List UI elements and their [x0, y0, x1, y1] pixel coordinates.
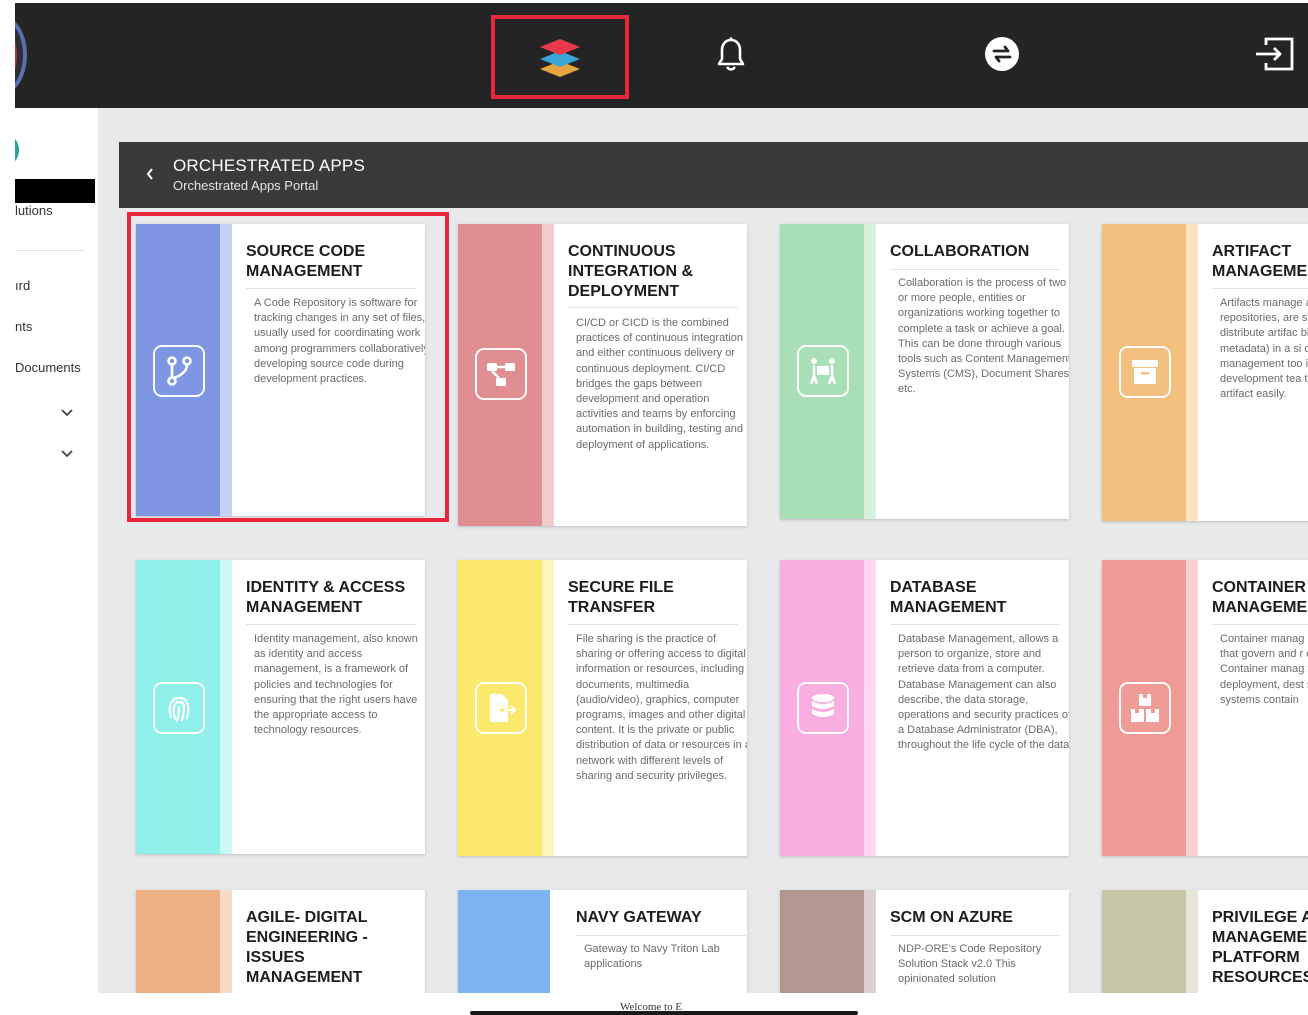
card-strip: [780, 890, 864, 993]
card-divider: [246, 624, 416, 625]
card-description: Collaboration is the process of two or m…: [898, 277, 1069, 396]
content-header: ORCHESTRATED APPS Orchestrated Apps Port…: [119, 142, 1308, 208]
card-title: ARTIFACT MANAGEME: [1212, 243, 1308, 280]
card-strip-accent: [864, 560, 876, 856]
card-title: CONTAINER MANAGEME: [1212, 579, 1308, 616]
card-description: CI/CD or CICD is the combined practices …: [576, 317, 743, 451]
card-strip: [458, 890, 550, 993]
home-indicator: [470, 1011, 858, 1015]
logout-icon[interactable]: [1252, 34, 1296, 74]
boxes-icon: [1119, 682, 1171, 734]
card-title: SCM ON AZURE: [890, 909, 1013, 926]
top-navbar: [15, 3, 1308, 108]
app-card-ci-cd[interactable]: CONTINUOUS INTEGRATION & DEPLOYMENT CI/C…: [458, 224, 747, 526]
app-card-privilege-access[interactable]: PRIVILEGE A MANAGEME PLATFORM RESOURCES: [1102, 890, 1308, 993]
card-strip: [1102, 890, 1186, 993]
fingerprint-icon: [153, 682, 205, 734]
card-description: Gateway to Navy Triton Lab applications: [584, 943, 720, 971]
app-card-database-management[interactable]: DATABASE MANAGEMENT Database Management,…: [780, 560, 1069, 856]
page: lutions ırd nts Documents ORCHESTRATED A…: [15, 3, 1308, 993]
app-card-identity-access[interactable]: IDENTITY & ACCESS MANAGEMENT Identity ma…: [136, 560, 425, 854]
sidebar-item-documents[interactable]: Documents: [15, 360, 81, 375]
sidebar: lutions ırd nts Documents: [15, 108, 98, 993]
card-title: NAVY GATEWAY: [576, 909, 702, 926]
card-title: COLLABORATION: [890, 243, 1030, 260]
bell-icon[interactable]: [712, 31, 750, 79]
card-divider: [1212, 624, 1308, 625]
avatar[interactable]: [15, 135, 19, 165]
app-card-secure-file-transfer[interactable]: SECURE FILE TRANSFER File sharing is the…: [458, 560, 747, 856]
card-description: File sharing is the practice of sharing …: [576, 633, 747, 782]
card-strip-accent: [1186, 224, 1198, 521]
card-divider: [576, 935, 746, 936]
card-strip-accent: [220, 560, 232, 854]
card-divider: [1212, 288, 1308, 289]
archive-icon: [1119, 346, 1171, 398]
back-chevron-icon[interactable]: [145, 167, 155, 181]
card-divider: [890, 624, 1060, 625]
redacted-name: [15, 179, 95, 203]
pipeline-icon: [475, 348, 527, 400]
app-card-artifact-management[interactable]: ARTIFACT MANAGEME Artifacts manage also …: [1102, 224, 1308, 521]
app-card-scm-on-azure[interactable]: SCM ON AZURE NDP-ORE's Code Repository S…: [780, 890, 1069, 993]
chevron-down-icon[interactable]: [61, 404, 73, 417]
card-description: NDP-ORE's Code Repository Solution Stack…: [898, 943, 1042, 986]
card-divider: [890, 935, 1060, 936]
card-title: DATABASE MANAGEMENT: [890, 579, 1007, 616]
app-card-container-management[interactable]: CONTAINER MANAGEME Container manag refer…: [1102, 560, 1308, 856]
switch-arrows-icon[interactable]: [982, 34, 1022, 74]
card-strip-accent: [864, 890, 876, 993]
card-title: IDENTITY & ACCESS MANAGEMENT: [246, 579, 406, 616]
apps-stack-icon[interactable]: [491, 15, 629, 99]
card-description: Database Management, allows a person to …: [898, 633, 1069, 752]
card-title: SECURE FILE TRANSFER: [568, 579, 674, 616]
card-strip-accent: [1186, 560, 1198, 856]
page-subtitle: Orchestrated Apps Portal: [173, 178, 319, 193]
app-card-navy-gateway[interactable]: NAVY GATEWAY Gateway to Navy Triton Lab …: [458, 890, 747, 993]
sidebar-item-dashboard[interactable]: ırd: [15, 278, 30, 293]
card-strip-accent: [1186, 890, 1198, 993]
app-card-collaboration[interactable]: COLLABORATION Collaboration is the proce…: [780, 224, 1069, 519]
card-title: AGILE- DIGITAL ENGINEERING - ISSUES MANA…: [246, 909, 368, 986]
card-strip-accent: [542, 224, 554, 526]
chevron-down-icon[interactable]: [61, 445, 73, 458]
file-export-icon: [475, 682, 527, 734]
card-strip-accent: [220, 890, 232, 993]
card-divider: [568, 624, 738, 625]
people-carry-icon: [797, 345, 849, 397]
sidebar-divider: [15, 250, 85, 251]
card-description: Container manag refers to a set of that …: [1220, 633, 1308, 706]
highlight-box: [127, 212, 449, 522]
card-divider: [568, 307, 738, 308]
card-description: Artifacts manage also known as ar reposi…: [1220, 297, 1308, 401]
page-title: ORCHESTRATED APPS: [173, 156, 366, 175]
sidebar-item-documents-short[interactable]: nts: [15, 319, 32, 334]
card-divider: [890, 269, 1060, 270]
card-strip-accent: [542, 560, 554, 856]
card-title: CONTINUOUS INTEGRATION & DEPLOYMENT: [568, 243, 694, 300]
card-title: PRIVILEGE A MANAGEME PLATFORM RESOURCES: [1212, 909, 1308, 986]
org-logo[interactable]: [15, 15, 27, 95]
card-strip-accent: [864, 224, 876, 519]
card-description: Identity management, also known as ident…: [254, 633, 418, 737]
sidebar-item-solutions[interactable]: lutions: [15, 203, 53, 218]
card-strip: [136, 890, 220, 993]
database-icon: [797, 682, 849, 734]
app-card-agile-digital-engineering[interactable]: AGILE- DIGITAL ENGINEERING - ISSUES MANA…: [136, 890, 425, 993]
